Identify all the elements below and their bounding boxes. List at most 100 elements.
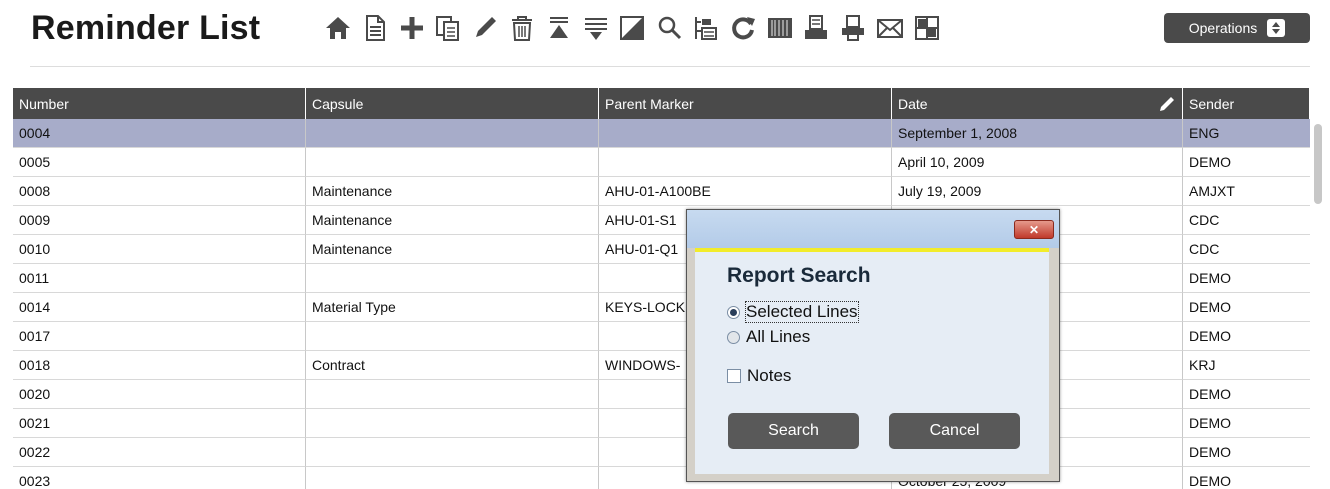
operations-label: Operations: [1188, 20, 1258, 36]
tree-icon[interactable]: [688, 10, 724, 46]
cell-sender: KRJ: [1183, 351, 1310, 380]
grid-icon[interactable]: [909, 10, 945, 46]
cell-capsule: Contract: [306, 351, 599, 380]
table-row[interactable]: 0018 Contract WINDOWS- KRJ: [13, 351, 1310, 380]
column-header-capsule[interactable]: Capsule: [306, 88, 599, 119]
cell-number: 0023: [13, 467, 306, 489]
close-icon[interactable]: ✕: [1014, 220, 1054, 239]
table-row[interactable]: 0004 September 1, 2008 ENG: [13, 119, 1310, 148]
cell-sender: DEMO: [1183, 264, 1310, 293]
barcode-icon[interactable]: [762, 10, 798, 46]
table-row[interactable]: 0014 Material Type KEYS-LOCK DEMO: [13, 293, 1310, 322]
delete-icon[interactable]: [504, 10, 540, 46]
scrollbar-thumb[interactable]: [1314, 124, 1322, 204]
table-row[interactable]: 0022 DEMO: [13, 438, 1310, 467]
cell-number: 0020: [13, 380, 306, 409]
cell-number: 0009: [13, 206, 306, 235]
cell-sender: DEMO: [1183, 467, 1310, 489]
dialog-body: Report Search Selected Lines All Lines N…: [695, 248, 1049, 474]
cancel-button[interactable]: Cancel: [889, 413, 1020, 449]
search-icon[interactable]: [651, 10, 687, 46]
cell-sender: ENG: [1183, 119, 1310, 148]
home-icon[interactable]: [320, 10, 356, 46]
header-divider: [30, 66, 1310, 67]
cell-capsule: [306, 322, 599, 351]
cell-capsule: Material Type: [306, 293, 599, 322]
refresh-icon[interactable]: [725, 10, 761, 46]
cell-number: 0010: [13, 235, 306, 264]
table-row[interactable]: 0010 Maintenance AHU-01-Q1 CDC: [13, 235, 1310, 264]
cell-sender: DEMO: [1183, 293, 1310, 322]
table-row[interactable]: 0021 DEMO: [13, 409, 1310, 438]
column-header-sender[interactable]: Sender: [1183, 88, 1310, 119]
toggle-icon[interactable]: [614, 10, 650, 46]
cell-sender: DEMO: [1183, 380, 1310, 409]
edit-icon[interactable]: [467, 10, 503, 46]
selected-lines-label: Selected Lines: [745, 301, 859, 323]
table-row[interactable]: 0011 DEMO: [13, 264, 1310, 293]
cell-number: 0014: [13, 293, 306, 322]
all-lines-label: All Lines: [746, 327, 811, 346]
notes-checkbox[interactable]: Notes: [727, 366, 791, 386]
cell-sender: DEMO: [1183, 438, 1310, 467]
add-icon[interactable]: [394, 10, 430, 46]
print-preview-icon[interactable]: [835, 10, 871, 46]
table-row[interactable]: 0005 April 10, 2009 DEMO: [13, 148, 1310, 177]
sort-icon[interactable]: [541, 10, 577, 46]
cell-capsule: Maintenance: [306, 235, 599, 264]
cell-parent-marker: [599, 119, 892, 148]
column-header-number[interactable]: Number: [13, 88, 306, 119]
cell-sender: AMJXT: [1183, 177, 1310, 206]
page-title: Reminder List: [31, 9, 261, 47]
cell-number: 0018: [13, 351, 306, 380]
cell-capsule: [306, 438, 599, 467]
column-header-parent-marker[interactable]: Parent Marker: [599, 88, 892, 119]
table-row[interactable]: 0023October 25, 2009DEMO: [13, 467, 1310, 489]
cell-capsule: [306, 148, 599, 177]
all-lines-radio[interactable]: All Lines: [727, 327, 810, 347]
cell-capsule: [306, 467, 599, 489]
cell-number: 0021: [13, 409, 306, 438]
table-row[interactable]: 0017 DEMO: [13, 322, 1310, 351]
dialog-titlebar[interactable]: ✕: [687, 210, 1059, 248]
cell-number: 0011: [13, 264, 306, 293]
cell-date: September 1, 2008: [892, 119, 1183, 148]
column-header-date-label: Date: [898, 95, 928, 112]
selected-lines-radio[interactable]: Selected Lines: [727, 301, 859, 323]
cell-date: April 10, 2009: [892, 148, 1183, 177]
print-icon[interactable]: [798, 10, 834, 46]
notes-label: Notes: [747, 366, 792, 385]
reminder-table: Number Capsule Parent Marker Date Sender…: [13, 88, 1310, 489]
cell-parent-marker: AHU-01-A100BE: [599, 177, 892, 206]
radio-unchecked-icon[interactable]: [727, 330, 740, 344]
cell-capsule: Maintenance: [306, 177, 599, 206]
copy-icon[interactable]: [430, 10, 466, 46]
search-button[interactable]: Search: [728, 413, 859, 449]
list-icon[interactable]: [578, 10, 614, 46]
table-row[interactable]: 0008 Maintenance AHU-01-A100BE July 19, 200…: [13, 177, 1310, 206]
table-row[interactable]: 0020 DEMO: [13, 380, 1310, 409]
cell-sender: DEMO: [1183, 322, 1310, 351]
cell-number: 0004: [13, 119, 306, 148]
pencil-icon[interactable]: [1158, 95, 1176, 113]
cell-sender: CDC: [1183, 206, 1310, 235]
cell-capsule: Maintenance: [306, 206, 599, 235]
vertical-scrollbar[interactable]: [1313, 119, 1323, 489]
email-icon[interactable]: [872, 10, 908, 46]
operations-button[interactable]: Operations: [1164, 13, 1310, 43]
checkbox-icon[interactable]: [727, 369, 741, 383]
cell-capsule: [306, 264, 599, 293]
cell-capsule: [306, 409, 599, 438]
new-document-icon[interactable]: [357, 10, 393, 46]
cell-capsule: [306, 119, 599, 148]
cell-date: July 19, 2009: [892, 177, 1183, 206]
up-down-icon: [1267, 19, 1286, 37]
table-row[interactable]: 0009 Maintenance AHU-01-S1 CDC: [13, 206, 1310, 235]
column-header-date[interactable]: Date: [892, 88, 1183, 119]
cell-sender: DEMO: [1183, 409, 1310, 438]
cell-parent-marker: [599, 148, 892, 177]
cell-sender: DEMO: [1183, 148, 1310, 177]
dialog-title: Report Search: [727, 264, 871, 287]
radio-checked-icon[interactable]: [727, 305, 740, 319]
cell-number: 0008: [13, 177, 306, 206]
